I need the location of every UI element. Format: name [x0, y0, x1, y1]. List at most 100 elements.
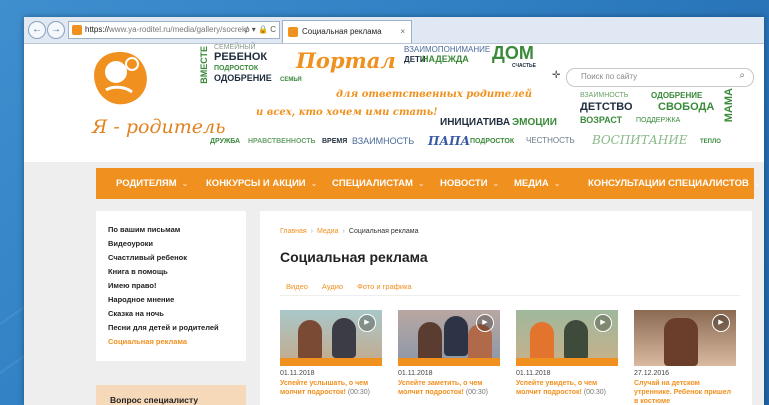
thumbnail-person — [664, 318, 698, 366]
thumbnail-person — [564, 320, 588, 360]
play-icon[interactable]: ▶ — [476, 314, 494, 332]
word-cloud-word: ДЕТСТВО — [580, 101, 633, 113]
menu-item-label: КОНКУРСЫ И АКЦИИ — [206, 178, 306, 189]
back-arrow-icon: ← — [32, 24, 42, 35]
search-placeholder: Поиск по сайту — [581, 72, 638, 81]
card-title-link[interactable]: Успейте услышать, о чем молчит подросток… — [280, 379, 382, 397]
card-title-link[interactable]: Успейте увидеть, о чем молчит подросток!… — [516, 379, 618, 397]
word-cloud-word: ЭМОЦИИ — [512, 117, 557, 128]
word-cloud-word: ПОДДЕРЖКА — [636, 117, 681, 124]
browser-toolbar: ← → https://www.ya-roditel.ru/media/gall… — [24, 17, 764, 44]
video-thumbnail[interactable]: ▶ — [516, 310, 618, 366]
address-https: https:// — [85, 25, 110, 34]
menu-item-spetsialistam[interactable]: СПЕЦИАЛИСТАМ ⌄ — [332, 168, 425, 199]
play-icon[interactable]: ▶ — [594, 314, 612, 332]
sidebar-nav: По вашим письмам Видеоуроки Счастливый р… — [96, 211, 246, 361]
search-icon[interactable]: ⌕ — [739, 70, 745, 81]
chevron-down-icon: ⌄ — [181, 179, 189, 188]
word-cloud-word: ВОСПИТАНИЕ — [592, 133, 688, 147]
back-button[interactable]: ← — [28, 21, 46, 39]
slogan-line-1: для ответственных родителей — [336, 89, 533, 100]
tab-photo[interactable]: Фото и графика — [357, 282, 412, 291]
thumbnail-caption-bar — [280, 358, 382, 366]
menu-item-media[interactable]: МЕДИА ⌄ — [514, 168, 560, 199]
sidebar-item[interactable]: Книга в помощь — [108, 267, 168, 276]
forward-button[interactable]: → — [47, 21, 65, 39]
logo-parent-child-icon — [94, 52, 147, 105]
breadcrumb-separator: › — [342, 228, 345, 235]
word-cloud-word: ОДОБРЕНИЕ — [651, 91, 703, 100]
address-controls[interactable]: ρ ▾ 🔒 C — [245, 22, 276, 38]
sidebar-item-active[interactable]: Социальная реклама — [108, 337, 187, 346]
menu-item-label: МЕДИА — [514, 178, 549, 189]
word-cloud-word: СЧАСТЬЕ — [512, 63, 536, 69]
word-cloud-word: РЕБЕНОК — [214, 51, 268, 63]
sidebar-item[interactable]: По вашим письмам — [108, 225, 180, 234]
video-thumbnail[interactable]: ▶ — [280, 310, 382, 366]
logo-text: Я - родитель — [92, 116, 226, 138]
sidebar-item[interactable]: Счастливый ребенок — [108, 253, 187, 262]
sidebar-item[interactable]: Народное мнение — [108, 295, 174, 304]
main-menu: РОДИТЕЛЯМ ⌄ КОНКУРСЫ И АКЦИИ ⌄ СПЕЦИАЛИСТА… — [96, 168, 761, 199]
browser-tab[interactable]: Социальная реклама × — [282, 20, 412, 43]
word-cloud-word: ПОДРОСТОК — [214, 65, 259, 72]
main-content: Главная › Медиа › Социальная реклама Социаль… — [260, 211, 752, 405]
video-thumbnail[interactable]: ▶ — [634, 310, 736, 366]
sidebar-item[interactable]: Сказка на ночь — [108, 309, 164, 318]
breadcrumb-media-link[interactable]: Медиа — [317, 228, 339, 235]
video-card[interactable]: ▶ 01.11.2018 Успейте увидеть, о чем молч… — [516, 310, 618, 397]
sidebar-item[interactable]: Имею право! — [108, 281, 156, 290]
tab-video[interactable]: Видео — [286, 282, 308, 291]
video-card[interactable]: ▶ 01.11.2018 Успейте заметить, о чем мол… — [398, 310, 500, 397]
card-duration: (00:30) — [465, 389, 488, 396]
chevron-down-icon: ⌄ — [553, 179, 561, 188]
play-icon[interactable]: ▶ — [712, 314, 730, 332]
menu-item-label: КОНСУЛЬТАЦИИ СПЕЦИАЛИСТОВ — [588, 178, 749, 189]
divider — [280, 295, 740, 296]
card-title: Случай на детском утреннике. Ребенок при… — [634, 380, 732, 405]
menu-item-roditelyam[interactable]: РОДИТЕЛЯМ ⌄ — [116, 168, 188, 199]
card-title-link[interactable]: Успейте заметить, о чем молчит подросток… — [398, 379, 500, 397]
word-cloud-word: НРАВСТВЕННОСТЬ — [248, 138, 316, 145]
tab-audio[interactable]: Аудио — [322, 282, 343, 291]
thumbnail-person — [530, 322, 554, 362]
word-cloud-word: МАМА — [723, 88, 735, 123]
word-cloud-word: ИНИЦИАТИВА — [440, 117, 511, 128]
site-logo[interactable] — [80, 46, 160, 112]
word-cloud-word: ВРЕМЯ — [322, 138, 348, 145]
media-filter-tabs: Видео Аудио Фото и графика — [286, 282, 426, 291]
word-cloud-word: ВМЕСТЕ — [199, 46, 209, 84]
card-date: 01.11.2018 — [398, 370, 433, 377]
card-title-link[interactable]: Случай на детском утреннике. Ребенок при… — [634, 379, 736, 405]
chevron-down-icon: ⌄ — [492, 179, 500, 188]
breadcrumb-separator: › — [310, 228, 313, 235]
menu-item-konkursy[interactable]: КОНКУРСЫ И АКЦИИ ⌄ — [206, 168, 317, 199]
card-duration: (00:30) — [347, 389, 370, 396]
menu-item-konsultatsii[interactable]: КОНСУЛЬТАЦИИ СПЕЦИАЛИСТОВ ⌄ — [588, 168, 761, 199]
card-date: 01.11.2018 — [280, 370, 315, 377]
sidebar-item[interactable]: Видеоуроки — [108, 239, 153, 248]
site-search-input[interactable]: Поиск по сайту ⌕ — [566, 68, 754, 87]
site-favicon-icon — [72, 24, 82, 35]
video-card[interactable]: ▶ 01.11.2018 Успейте услышать, о чем мол… — [280, 310, 382, 397]
chevron-down-icon: ⌄ — [753, 179, 761, 188]
video-card[interactable]: ▶ 27.12.2016 Случай на детском утреннике… — [634, 310, 736, 405]
word-cloud-word: НАДЕЖДА — [422, 54, 469, 64]
address-bar[interactable]: https://www.ya-roditel.ru/media/gallery/… — [68, 21, 280, 39]
word-cloud-word: ОДОБРЕНИЕ — [214, 73, 272, 83]
play-icon[interactable]: ▶ — [358, 314, 376, 332]
page-title: Социальная реклама — [280, 249, 428, 265]
word-cloud-word: ПАПА — [428, 134, 471, 148]
tab-favicon-icon — [288, 26, 298, 37]
sidebar-item[interactable]: Песни для детей и родителей — [108, 323, 219, 332]
browser-window: ← → https://www.ya-roditel.ru/media/gall… — [24, 17, 764, 405]
word-cloud-word: ВОЗРАСТ — [580, 115, 623, 125]
menu-item-novosti[interactable]: НОВОСТИ ⌄ — [440, 168, 499, 199]
chevron-down-icon: ⌄ — [417, 179, 425, 188]
forward-arrow-icon: → — [51, 24, 61, 35]
thumbnail-person — [298, 320, 322, 360]
video-thumbnail[interactable]: ▶ — [398, 310, 500, 366]
tab-title: Социальная реклама — [302, 27, 382, 36]
breadcrumb-home-link[interactable]: Главная — [280, 228, 307, 235]
tab-close-icon[interactable]: × — [400, 21, 405, 42]
